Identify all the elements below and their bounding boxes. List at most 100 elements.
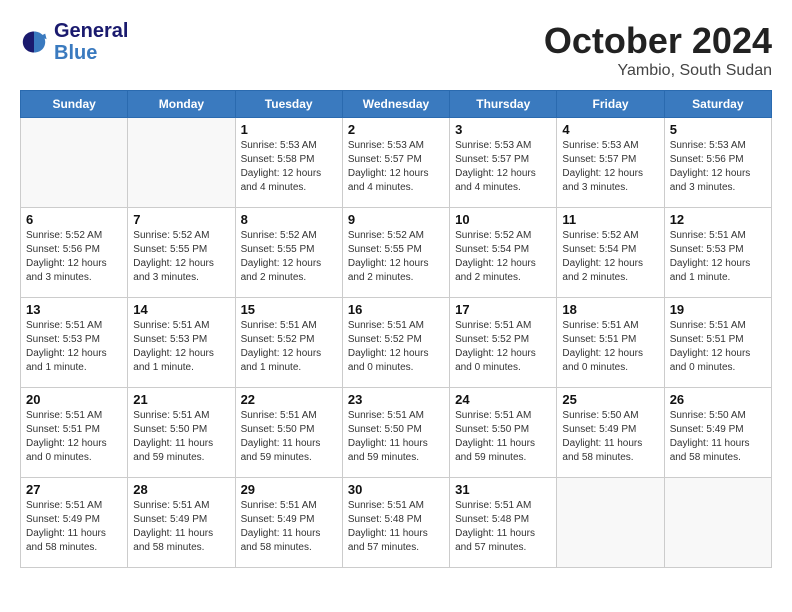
week-row-5: 27 Sunrise: 5:51 AM Sunset: 5:49 PM Dayli… (21, 478, 772, 568)
calendar-cell: 30 Sunrise: 5:51 AM Sunset: 5:48 PM Dayli… (342, 478, 449, 568)
cell-info: Sunrise: 5:53 AM Sunset: 5:56 PM Dayligh… (670, 139, 766, 195)
day-number: 14 (133, 302, 229, 317)
subtitle: Yambio, South Sudan (544, 62, 772, 80)
cell-info: Sunrise: 5:51 AM Sunset: 5:48 PM Dayligh… (455, 499, 551, 555)
calendar-cell: 28Sunrise: 5:51 AM Sunset: 5:49 PM Dayli… (128, 478, 235, 568)
calendar-cell: 26 Sunrise: 5:50 AM Sunset: 5:49 PM Dayli… (664, 388, 771, 478)
cell-info: Sunrise: 5:51 AM Sunset: 5:53 PM Dayligh… (670, 229, 766, 285)
day-number: 7 (133, 212, 229, 227)
calendar-cell: 17 Sunrise: 5:51 AM Sunset: 5:52 PM Dayli… (450, 298, 557, 388)
calendar-cell: 20 Sunrise: 5:51 AM Sunset: 5:51 PM Dayli… (21, 388, 128, 478)
calendar-cell: 11 Sunrise: 5:52 AM Sunset: 5:54 PM Dayli… (557, 208, 664, 298)
calendar-cell: 1 Sunrise: 5:53 AM Sunset: 5:58 PM Daylig… (235, 118, 342, 208)
day-number: 20 (26, 392, 122, 407)
cell-info: Sunrise: 5:52 AM Sunset: 5:55 PM Dayligh… (241, 229, 337, 285)
calendar-cell: 29 Sunrise: 5:51 AM Sunset: 5:49 PM Dayli… (235, 478, 342, 568)
day-number: 1 (241, 122, 337, 137)
day-number: 22 (241, 392, 337, 407)
week-row-2: 6 Sunrise: 5:52 AM Sunset: 5:56 PM Daylig… (21, 208, 772, 298)
day-number: 18 (562, 302, 658, 317)
cell-info: Sunrise: 5:51 AM Sunset: 5:48 PM Dayligh… (348, 499, 444, 555)
title-area: October 2024 Yambio, South Sudan (544, 20, 772, 80)
calendar-cell: 4Sunrise: 5:53 AM Sunset: 5:57 PM Daylig… (557, 118, 664, 208)
calendar-cell: 27 Sunrise: 5:51 AM Sunset: 5:49 PM Dayli… (21, 478, 128, 568)
day-number: 15 (241, 302, 337, 317)
calendar-cell: 9 Sunrise: 5:52 AM Sunset: 5:55 PM Daylig… (342, 208, 449, 298)
day-number: 24 (455, 392, 551, 407)
cell-info: Sunrise: 5:50 AM Sunset: 5:49 PM Dayligh… (670, 409, 766, 465)
day-number: 30 (348, 482, 444, 497)
day-number: 27 (26, 482, 122, 497)
day-number: 8 (241, 212, 337, 227)
cell-info: Sunrise: 5:53 AM Sunset: 5:58 PM Dayligh… (241, 139, 337, 195)
calendar-cell: 19 Sunrise: 5:51 AM Sunset: 5:51 PM Dayli… (664, 298, 771, 388)
day-number: 11 (562, 212, 658, 227)
day-number: 26 (670, 392, 766, 407)
day-number: 12 (670, 212, 766, 227)
cell-info: Sunrise: 5:51 AM Sunset: 5:53 PM Dayligh… (133, 319, 229, 375)
calendar-cell: 13Sunrise: 5:51 AM Sunset: 5:53 PM Dayli… (21, 298, 128, 388)
logo-text: General Blue (54, 20, 128, 64)
calendar-cell (128, 118, 235, 208)
week-row-1: 1 Sunrise: 5:53 AM Sunset: 5:58 PM Daylig… (21, 118, 772, 208)
calendar-cell: 5 Sunrise: 5:53 AM Sunset: 5:56 PM Daylig… (664, 118, 771, 208)
calendar-cell (557, 478, 664, 568)
day-number: 4 (562, 122, 658, 137)
day-number: 9 (348, 212, 444, 227)
day-number: 3 (455, 122, 551, 137)
calendar-cell: 12 Sunrise: 5:51 AM Sunset: 5:53 PM Dayli… (664, 208, 771, 298)
day-number: 31 (455, 482, 551, 497)
calendar-cell: 7Sunrise: 5:52 AM Sunset: 5:55 PM Daylig… (128, 208, 235, 298)
calendar-cell: 6 Sunrise: 5:52 AM Sunset: 5:56 PM Daylig… (21, 208, 128, 298)
cell-info: Sunrise: 5:51 AM Sunset: 5:49 PM Dayligh… (241, 499, 337, 555)
column-header-tuesday: Tuesday (235, 91, 342, 118)
cell-info: Sunrise: 5:51 AM Sunset: 5:51 PM Dayligh… (670, 319, 766, 375)
calendar-cell: 31 Sunrise: 5:51 AM Sunset: 5:48 PM Dayli… (450, 478, 557, 568)
week-row-4: 20 Sunrise: 5:51 AM Sunset: 5:51 PM Dayli… (21, 388, 772, 478)
calendar-cell: 15 Sunrise: 5:51 AM Sunset: 5:52 PM Dayli… (235, 298, 342, 388)
cell-info: Sunrise: 5:51 AM Sunset: 5:52 PM Dayligh… (348, 319, 444, 375)
cell-info: Sunrise: 5:52 AM Sunset: 5:54 PM Dayligh… (562, 229, 658, 285)
header-row: SundayMondayTuesdayWednesdayThursdayFrid… (21, 91, 772, 118)
column-header-friday: Friday (557, 91, 664, 118)
calendar-cell: 22 Sunrise: 5:51 AM Sunset: 5:50 PM Dayli… (235, 388, 342, 478)
cell-info: Sunrise: 5:51 AM Sunset: 5:49 PM Dayligh… (26, 499, 122, 555)
cell-info: Sunrise: 5:51 AM Sunset: 5:50 PM Dayligh… (348, 409, 444, 465)
column-header-thursday: Thursday (450, 91, 557, 118)
day-number: 19 (670, 302, 766, 317)
cell-info: Sunrise: 5:53 AM Sunset: 5:57 PM Dayligh… (348, 139, 444, 195)
cell-info: Sunrise: 5:51 AM Sunset: 5:52 PM Dayligh… (241, 319, 337, 375)
day-number: 13 (26, 302, 122, 317)
calendar-cell: 8 Sunrise: 5:52 AM Sunset: 5:55 PM Daylig… (235, 208, 342, 298)
day-number: 28 (133, 482, 229, 497)
day-number: 6 (26, 212, 122, 227)
day-number: 29 (241, 482, 337, 497)
week-row-3: 13 Sunrise: 5:51 AM Sunset: 5:53 PM Dayli… (21, 298, 772, 388)
cell-info: Sunrise: 5:52 AM Sunset: 5:54 PM Dayligh… (455, 229, 551, 285)
day-number: 16 (348, 302, 444, 317)
cell-info: Sunrise: 5:51 AM Sunset: 5:51 PM Dayligh… (26, 409, 122, 465)
cell-info: Sunrise: 5:51 AM Sunset: 5:52 PM Dayligh… (455, 319, 551, 375)
column-header-wednesday: Wednesday (342, 91, 449, 118)
cell-info: Sunrise: 5:52 AM Sunset: 5:55 PM Dayligh… (348, 229, 444, 285)
day-number: 5 (670, 122, 766, 137)
cell-info: Sunrise: 5:51 AM Sunset: 5:50 PM Dayligh… (241, 409, 337, 465)
calendar-cell: 25Sunrise: 5:50 AM Sunset: 5:49 PM Dayli… (557, 388, 664, 478)
column-header-saturday: Saturday (664, 91, 771, 118)
cell-info: Sunrise: 5:52 AM Sunset: 5:56 PM Dayligh… (26, 229, 122, 285)
calendar-cell (664, 478, 771, 568)
day-number: 17 (455, 302, 551, 317)
cell-info: Sunrise: 5:51 AM Sunset: 5:51 PM Dayligh… (562, 319, 658, 375)
calendar-cell: 24Sunrise: 5:51 AM Sunset: 5:50 PM Dayli… (450, 388, 557, 478)
logo: General Blue (20, 20, 128, 64)
calendar-cell: 14 Sunrise: 5:51 AM Sunset: 5:53 PM Dayli… (128, 298, 235, 388)
page-header: General Blue October 2024 Yambio, South … (20, 20, 772, 80)
logo-icon (20, 28, 48, 56)
calendar-cell: 23 Sunrise: 5:51 AM Sunset: 5:50 PM Dayli… (342, 388, 449, 478)
day-number: 23 (348, 392, 444, 407)
calendar-cell: 21Sunrise: 5:51 AM Sunset: 5:50 PM Dayli… (128, 388, 235, 478)
cell-info: Sunrise: 5:51 AM Sunset: 5:50 PM Dayligh… (133, 409, 229, 465)
calendar-cell: 16 Sunrise: 5:51 AM Sunset: 5:52 PM Dayli… (342, 298, 449, 388)
main-title: October 2024 (544, 20, 772, 62)
calendar-cell: 2Sunrise: 5:53 AM Sunset: 5:57 PM Daylig… (342, 118, 449, 208)
